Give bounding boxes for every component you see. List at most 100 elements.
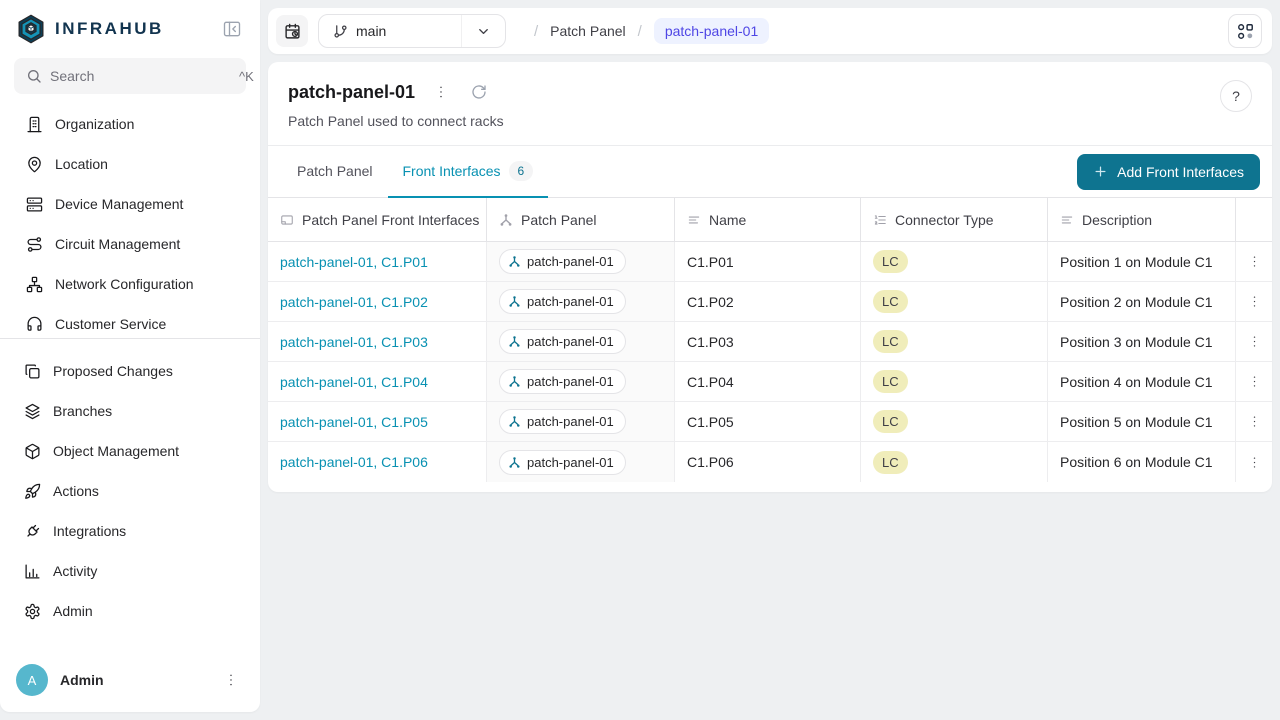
- connector-type-badge: LC: [873, 330, 908, 353]
- object-menu-button[interactable]: [429, 80, 453, 104]
- tab-patch-panel[interactable]: Patch Panel: [282, 146, 388, 198]
- interface-link[interactable]: patch-panel-01, C1.P01: [280, 254, 428, 270]
- sidebar-item-network-configuration[interactable]: Network Configuration: [0, 264, 260, 304]
- sidebar-item-admin[interactable]: Admin: [0, 591, 260, 631]
- hierarchy-icon: [508, 255, 521, 268]
- sidebar-item-integrations[interactable]: Integrations: [0, 511, 260, 551]
- building-icon: [26, 116, 43, 133]
- collapse-sidebar-button[interactable]: [218, 15, 246, 43]
- sidebar-item-organization[interactable]: Organization: [0, 104, 260, 144]
- chevron-down-icon: [476, 24, 491, 39]
- breadcrumb-item-patch-panel[interactable]: Patch Panel: [550, 23, 626, 39]
- sidebar-header: INFRAHUB: [0, 0, 260, 54]
- table-row: patch-panel-01, C1.P03 patch-panel-01 C1…: [268, 322, 1272, 362]
- row-menu-button[interactable]: [1241, 329, 1267, 355]
- description-cell: Position 6 on Module C1: [1048, 442, 1236, 482]
- sidebar-item-customer-service[interactable]: Customer Service: [0, 304, 260, 338]
- add-front-interfaces-button[interactable]: Add Front Interfaces: [1077, 154, 1260, 190]
- sidebar-item-proposed-changes[interactable]: Proposed Changes: [0, 351, 260, 391]
- sidebar-item-actions[interactable]: Actions: [0, 471, 260, 511]
- branch-selector[interactable]: main: [318, 14, 506, 48]
- interface-link[interactable]: patch-panel-01, C1.P03: [280, 334, 428, 350]
- user-menu-button[interactable]: [218, 667, 244, 693]
- user-name: Admin: [60, 672, 206, 688]
- route-icon: [26, 236, 43, 253]
- search-icon: [26, 68, 42, 84]
- card-icon: [280, 213, 294, 227]
- breadcrumb: / Patch Panel / patch-panel-01: [534, 18, 1218, 44]
- bar-chart-icon: [24, 563, 41, 580]
- sidebar-item-activity[interactable]: Activity: [0, 551, 260, 591]
- table-header-row: Patch Panel Front Interfaces Patch Panel…: [268, 198, 1272, 242]
- column-header-name: Name: [675, 198, 861, 241]
- kebab-icon: [1247, 334, 1262, 349]
- row-menu-button[interactable]: [1241, 289, 1267, 315]
- hierarchy-icon: [499, 213, 513, 227]
- table-row: patch-panel-01, C1.P02 patch-panel-01 C1…: [268, 282, 1272, 322]
- calendar-clock-icon: [284, 23, 301, 40]
- row-menu-button[interactable]: [1241, 249, 1267, 275]
- name-cell: C1.P04: [675, 362, 861, 401]
- plug-icon: [24, 523, 41, 540]
- name-cell: C1.P05: [675, 402, 861, 441]
- description-cell: Position 5 on Module C1: [1048, 402, 1236, 441]
- sidebar-item-device-management[interactable]: Device Management: [0, 184, 260, 224]
- column-header-patch-panel: Patch Panel: [487, 198, 675, 241]
- patch-panel-chip[interactable]: patch-panel-01: [499, 409, 626, 434]
- plus-icon: [1093, 164, 1108, 179]
- description-cell: Position 3 on Module C1: [1048, 322, 1236, 361]
- interface-link[interactable]: patch-panel-01, C1.P06: [280, 454, 428, 470]
- table-row: patch-panel-01, C1.P05 patch-panel-01 C1…: [268, 402, 1272, 442]
- panel-collapse-icon: [222, 19, 242, 39]
- search-input[interactable]: [50, 68, 231, 84]
- kebab-icon: [1247, 374, 1262, 389]
- sidebar-item-circuit-management[interactable]: Circuit Management: [0, 224, 260, 264]
- align-left-icon: [687, 213, 701, 227]
- interface-link[interactable]: patch-panel-01, C1.P05: [280, 414, 428, 430]
- refresh-button[interactable]: [467, 80, 491, 104]
- infrahub-logo[interactable]: INFRAHUB: [16, 14, 208, 44]
- branch-dropdown-toggle[interactable]: [461, 15, 505, 47]
- help-button[interactable]: ?: [1220, 80, 1252, 112]
- kebab-icon: [433, 84, 449, 100]
- list-ordered-icon: [873, 213, 887, 227]
- map-pin-icon: [26, 156, 43, 173]
- table-row: patch-panel-01, C1.P04 patch-panel-01 C1…: [268, 362, 1272, 402]
- apps-menu-button[interactable]: [1228, 14, 1262, 48]
- gear-icon: [24, 603, 41, 620]
- time-travel-button[interactable]: [276, 15, 308, 47]
- patch-panel-chip[interactable]: patch-panel-01: [499, 329, 626, 354]
- kebab-icon: [1247, 455, 1262, 470]
- patch-panel-chip[interactable]: patch-panel-01: [499, 450, 626, 475]
- sidebar-item-object-management[interactable]: Object Management: [0, 431, 260, 471]
- interface-link[interactable]: patch-panel-01, C1.P02: [280, 294, 428, 310]
- description-cell: Position 1 on Module C1: [1048, 242, 1236, 281]
- column-header-connector-type: Connector Type: [861, 198, 1048, 241]
- connector-type-badge: LC: [873, 250, 908, 273]
- patch-panel-chip[interactable]: patch-panel-01: [499, 289, 626, 314]
- connector-type-badge: LC: [873, 410, 908, 433]
- apps-grid-icon: [1236, 22, 1255, 41]
- patch-panel-chip[interactable]: patch-panel-01: [499, 369, 626, 394]
- tab-front-interfaces[interactable]: Front Interfaces 6: [388, 146, 549, 198]
- refresh-icon: [471, 84, 487, 100]
- name-cell: C1.P03: [675, 322, 861, 361]
- topbar: main / Patch Panel / patch-panel-01: [268, 8, 1272, 54]
- infrahub-logo-icon: [16, 14, 46, 44]
- align-left-icon: [1060, 213, 1074, 227]
- name-cell: C1.P06: [675, 442, 861, 482]
- patch-panel-chip[interactable]: patch-panel-01: [499, 249, 626, 274]
- interface-link[interactable]: patch-panel-01, C1.P04: [280, 374, 428, 390]
- name-cell: C1.P02: [675, 282, 861, 321]
- row-menu-button[interactable]: [1241, 369, 1267, 395]
- kebab-icon: [223, 672, 239, 688]
- row-menu-button[interactable]: [1241, 409, 1267, 435]
- row-menu-button[interactable]: [1241, 449, 1267, 475]
- front-interfaces-table: Patch Panel Front Interfaces Patch Panel…: [268, 198, 1272, 492]
- sidebar-item-location[interactable]: Location: [0, 144, 260, 184]
- name-cell: C1.P01: [675, 242, 861, 281]
- layers-icon: [24, 403, 41, 420]
- cube-icon: [24, 443, 41, 460]
- sidebar-item-branches[interactable]: Branches: [0, 391, 260, 431]
- breadcrumb-item-current[interactable]: patch-panel-01: [654, 18, 769, 44]
